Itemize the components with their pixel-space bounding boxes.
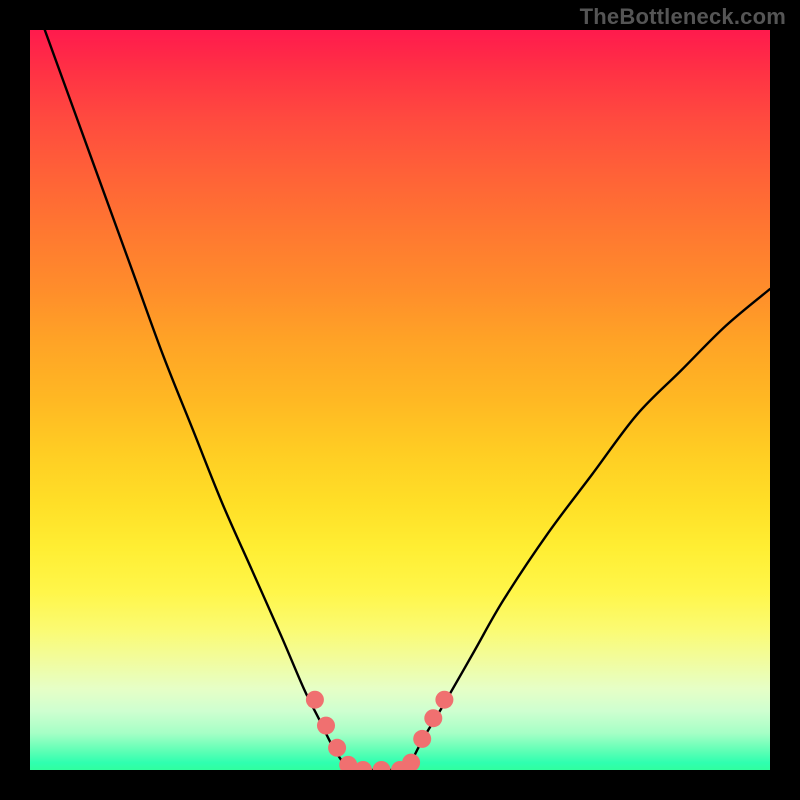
marker-point [435,691,453,709]
series-right-branch [407,289,770,770]
marker-point [424,709,442,727]
marker-point [306,691,324,709]
watermark-label: TheBottleneck.com [580,4,786,30]
marker-point [317,717,335,735]
curve-lines [45,30,770,770]
marker-point [402,754,420,770]
curve-layer [30,30,770,770]
marker-point [373,761,391,770]
marker-point [413,730,431,748]
series-left-branch [45,30,348,770]
marker-point [328,739,346,757]
plot-area [30,30,770,770]
chart-frame: TheBottleneck.com [0,0,800,800]
marker-points [306,691,454,770]
